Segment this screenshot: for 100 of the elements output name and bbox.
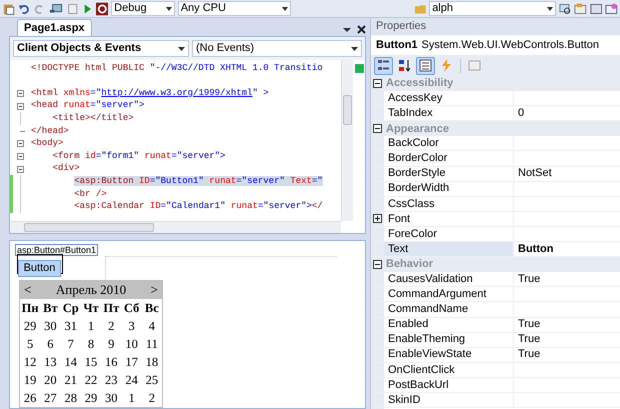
vertical-scrollbar[interactable] xyxy=(341,60,353,221)
categorized-button[interactable] xyxy=(374,56,393,74)
collapse-icon[interactable] xyxy=(16,102,24,110)
property-name[interactable]: CommandArgument xyxy=(384,287,514,302)
property-name[interactable]: Text xyxy=(384,242,514,256)
config-icon[interactable] xyxy=(96,2,108,16)
property-name[interactable]: ForeColor xyxy=(384,226,514,242)
close-icon[interactable] xyxy=(357,25,366,34)
property-value[interactable]: NotSet xyxy=(514,166,620,181)
calendar-day[interactable]: 19 xyxy=(20,371,40,389)
object-name: Button1 xyxy=(376,38,418,54)
calendar-day[interactable]: 2 xyxy=(101,317,122,335)
calendar-day[interactable]: 1 xyxy=(121,389,142,407)
previous-month-link[interactable]: < xyxy=(24,280,32,300)
property-value[interactable]: Button xyxy=(514,242,620,256)
window-icon[interactable] xyxy=(590,2,602,16)
window-icon[interactable] xyxy=(574,2,587,16)
property-name[interactable]: OnClientClick xyxy=(384,362,514,377)
calendar-day[interactable]: 27 xyxy=(40,389,61,407)
property-name[interactable]: BackColor xyxy=(384,136,514,150)
calendar-day[interactable]: 30 xyxy=(101,389,122,407)
calendar-day[interactable]: 20 xyxy=(40,371,61,389)
navigate-icon[interactable] xyxy=(48,2,64,16)
property-name[interactable]: EnableViewState xyxy=(384,348,514,362)
collapse-icon[interactable] xyxy=(373,79,382,88)
calendar-day[interactable]: 16 xyxy=(101,353,122,371)
calendar-day[interactable]: 14 xyxy=(60,353,81,371)
calendar-day[interactable]: 10 xyxy=(121,335,142,353)
weekday-header: Пн xyxy=(20,300,40,317)
find-icon[interactable] xyxy=(558,2,572,16)
calendar-day[interactable]: 6 xyxy=(40,335,61,353)
configuration-dropdown[interactable]: Debug xyxy=(111,1,175,16)
month-title: Апрель 2010 xyxy=(56,281,126,300)
property-name[interactable]: SkinID xyxy=(384,392,514,408)
property-name[interactable]: Font xyxy=(384,212,514,226)
find-field[interactable]: alph xyxy=(429,1,556,16)
calendar-day[interactable]: 3 xyxy=(121,317,142,335)
calendar-day[interactable]: 11 xyxy=(142,335,162,353)
calendar-day[interactable]: 23 xyxy=(101,371,122,389)
calendar-day[interactable]: 24 xyxy=(121,371,142,389)
collapse-icon[interactable] xyxy=(16,153,24,160)
property-name[interactable]: PostBackUrl xyxy=(384,378,514,392)
calendar-day[interactable]: 9 xyxy=(101,335,122,353)
calendar-day[interactable]: 15 xyxy=(80,353,102,371)
clipboard-icon[interactable] xyxy=(2,2,15,16)
property-name[interactable]: CssClass xyxy=(384,196,514,211)
property-name[interactable]: Enabled xyxy=(384,318,514,332)
property-value[interactable]: True xyxy=(514,272,620,286)
element-tag: asp:Button#Button1 xyxy=(15,244,98,256)
property-name[interactable]: CausesValidation xyxy=(384,272,514,286)
caret-icon xyxy=(546,6,553,10)
list-button[interactable] xyxy=(416,56,435,74)
property-name[interactable]: BorderStyle xyxy=(384,166,514,181)
platform-dropdown[interactable]: Any CPU xyxy=(178,1,291,16)
collapse-icon[interactable] xyxy=(16,140,24,148)
calendar-day[interactable]: 12 xyxy=(20,353,40,371)
calendar-day[interactable]: 30 xyxy=(40,317,61,335)
calendar-day[interactable]: 7 xyxy=(60,335,81,353)
design-button[interactable]: Button xyxy=(18,260,61,277)
calendar-day[interactable]: 29 xyxy=(20,317,40,335)
weekday-header: Ср xyxy=(62,300,80,317)
property-value[interactable]: True xyxy=(514,332,620,347)
code-line: <head runat="server"> xyxy=(31,99,144,112)
calendar-day[interactable]: 31 xyxy=(60,317,81,335)
next-month-link[interactable]: > xyxy=(150,280,158,300)
property-value[interactable]: 0 xyxy=(514,106,620,120)
calendar-day[interactable]: 4 xyxy=(142,317,162,335)
calendar-day[interactable]: 28 xyxy=(60,389,81,407)
property-name[interactable]: TabIndex xyxy=(384,106,514,120)
horizontal-scrollbar[interactable] xyxy=(10,220,341,233)
property-name[interactable]: BorderColor xyxy=(384,151,514,166)
property-value[interactable]: True xyxy=(514,318,620,332)
calendar-day[interactable]: 29 xyxy=(80,389,102,407)
property-name[interactable]: AccessKey xyxy=(384,91,514,106)
calendar-day[interactable]: 17 xyxy=(121,353,142,371)
collapse-icon[interactable] xyxy=(373,124,382,134)
dropdown-icon[interactable] xyxy=(343,26,351,33)
collapse-icon[interactable] xyxy=(373,260,382,270)
document-tab[interactable]: Page1.aspx xyxy=(17,19,92,36)
events-dropdown[interactable]: (No Events) xyxy=(192,40,362,58)
calendar-day[interactable]: 2 xyxy=(142,389,162,407)
property-name[interactable]: CommandName xyxy=(384,302,514,316)
calendar-day[interactable]: 22 xyxy=(80,371,102,389)
property-value[interactable]: True xyxy=(514,348,620,362)
calendar-day[interactable]: 25 xyxy=(142,371,162,389)
collapse-icon[interactable] xyxy=(16,166,24,173)
expand-icon[interactable] xyxy=(373,214,382,224)
code-line: <title></title> xyxy=(52,112,134,125)
calendar-day[interactable]: 1 xyxy=(80,317,102,335)
calendar-day[interactable]: 13 xyxy=(40,353,61,371)
objects-dropdown[interactable]: Client Objects & Events xyxy=(13,40,189,58)
property-name[interactable]: EnableTheming xyxy=(384,332,514,347)
window-icon[interactable] xyxy=(605,2,618,16)
property-name[interactable]: BorderWidth xyxy=(384,182,514,196)
calendar-day[interactable]: 8 xyxy=(80,335,102,353)
calendar-day[interactable]: 26 xyxy=(20,389,40,407)
calendar-day[interactable]: 21 xyxy=(60,371,81,389)
collapse-icon[interactable] xyxy=(16,90,24,98)
calendar-day[interactable]: 18 xyxy=(142,353,162,371)
calendar-day[interactable]: 5 xyxy=(20,335,40,353)
